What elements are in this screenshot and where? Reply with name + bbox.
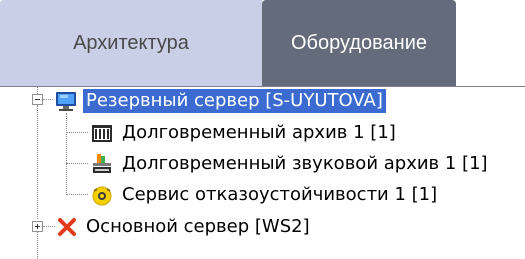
tab-equipment[interactable]: Оборудование	[262, 0, 456, 86]
node-label: Долговременный звуковой архив 1 [1]	[122, 152, 488, 174]
tree-node-reserve-server[interactable]: Резервный сервер [S-UYUTOVA]	[54, 87, 386, 114]
archive-icon	[90, 121, 114, 145]
node-label: Сервис отказоустойчивости 1 [1]	[122, 183, 438, 205]
tree-node-archive[interactable]: Долговременный архив 1 [1]	[90, 119, 399, 146]
tree-line	[66, 163, 88, 164]
tree-line	[43, 99, 53, 100]
tab-architecture[interactable]: Архитектура	[0, 0, 262, 86]
audio-archive-icon	[90, 152, 114, 176]
tree-line	[37, 232, 38, 259]
failover-service-icon	[90, 183, 114, 207]
tree-node-audio-archive[interactable]: Долговременный звуковой архив 1 [1]	[90, 150, 491, 177]
tree-node-main-server[interactable]: Основной сервер [WS2]	[56, 213, 313, 240]
tree-line	[43, 226, 55, 227]
tree-node-failover[interactable]: Сервис отказоустойчивости 1 [1]	[90, 181, 440, 208]
tree-line	[66, 132, 88, 133]
collapse-toggle[interactable]	[32, 94, 43, 105]
expand-toggle[interactable]	[32, 221, 43, 232]
tree-line	[66, 113, 67, 195]
monitor-icon	[54, 89, 78, 113]
node-label: Основной сервер [WS2]	[86, 215, 310, 237]
tree-line	[37, 105, 38, 219]
red-x-icon	[56, 215, 78, 239]
node-label: Резервный сервер [S-UYUTOVA]	[83, 88, 386, 113]
tab-bar: Архитектура Оборудование	[0, 0, 525, 86]
node-label: Долговременный архив 1 [1]	[122, 121, 396, 143]
tree-line	[66, 194, 88, 195]
equipment-tree: Резервный сервер [S-UYUTOVA] Долговремен…	[0, 86, 525, 259]
